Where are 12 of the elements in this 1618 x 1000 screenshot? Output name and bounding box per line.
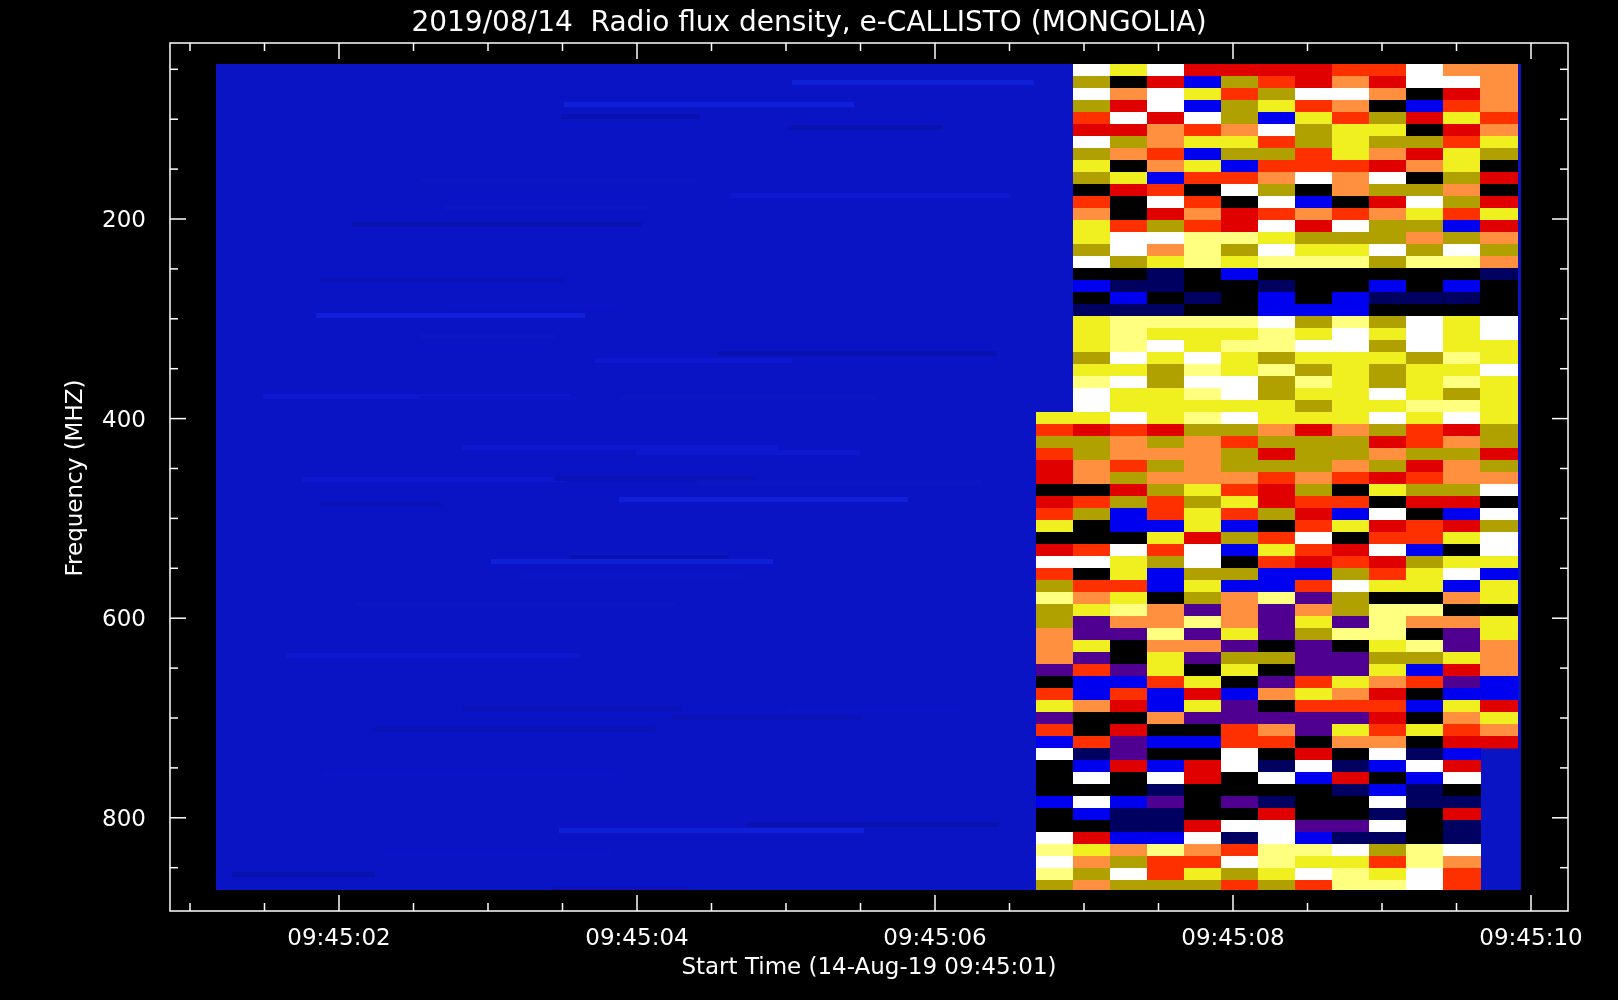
x-tick-label: 09:45:02 [287, 924, 391, 950]
x-tick-label: 09:45:10 [1479, 924, 1583, 950]
x-tick-label: 09:45:06 [883, 924, 987, 950]
y-tick-label: 200 [102, 206, 146, 232]
y-tick-label: 800 [102, 804, 146, 831]
x-axis-label: Start Time (14-Aug-19 09:45:01) [681, 953, 1057, 979]
y-axis-label: Frequency (MHZ) [61, 379, 87, 577]
chart-title: 2019/08/14 Radio flux density, e-CALLISTO (MONGOLIA) [411, 5, 1207, 38]
y-tick-label: 600 [102, 605, 146, 632]
y-tick-label: 400 [102, 405, 146, 432]
x-tick-label: 09:45:04 [585, 924, 689, 950]
x-tick-label: 09:45:08 [1181, 924, 1285, 950]
